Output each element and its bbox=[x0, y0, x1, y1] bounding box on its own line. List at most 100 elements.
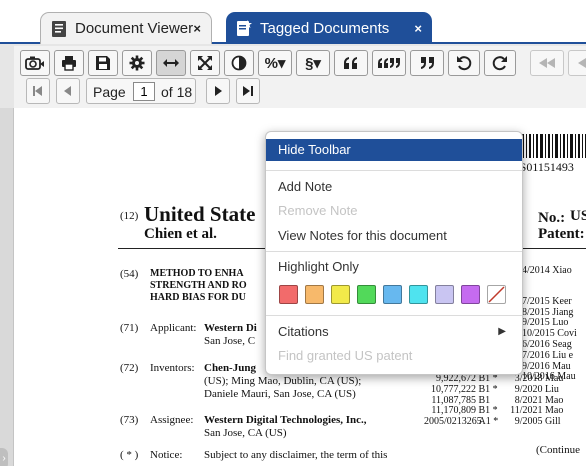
chevron-left-icon bbox=[64, 86, 71, 96]
gear-icon bbox=[129, 55, 145, 71]
tag-document-icon bbox=[234, 18, 254, 38]
quote-both-button[interactable] bbox=[372, 50, 406, 76]
menu-divider bbox=[266, 315, 522, 316]
notice-label: Notice: bbox=[150, 449, 183, 461]
first-inventor: Chien et al. bbox=[144, 226, 217, 242]
highlight-swatch-none[interactable] bbox=[487, 285, 506, 304]
country-heading: United State bbox=[144, 202, 256, 226]
quote-close-icon bbox=[421, 57, 434, 69]
side-panel-strip: › bbox=[0, 108, 14, 466]
skip-back-icon bbox=[539, 58, 555, 68]
menu-divider bbox=[266, 251, 522, 252]
assignee-name: Western Digital Technologies, Inc., bbox=[204, 414, 367, 426]
previous-page-button[interactable] bbox=[56, 78, 80, 104]
field-number: ( * ) bbox=[120, 449, 139, 461]
redo-icon bbox=[492, 56, 507, 71]
quote-open-icon bbox=[344, 57, 357, 69]
quote-both-icon bbox=[378, 58, 400, 68]
assignee-label: Assignee: bbox=[150, 414, 194, 426]
page-number-input[interactable] bbox=[133, 82, 155, 101]
view-notes-item[interactable]: View Notes for this document bbox=[266, 225, 522, 247]
citations-label: Citations bbox=[278, 324, 329, 339]
page-count: of 18 bbox=[161, 84, 193, 100]
skip-back-button[interactable] bbox=[530, 50, 564, 76]
rewind-icon bbox=[578, 58, 586, 68]
highlight-swatch-lavender[interactable] bbox=[435, 285, 454, 304]
fit-width-icon bbox=[163, 59, 179, 67]
applicant-name: Western Di bbox=[204, 322, 257, 334]
fit-page-button[interactable] bbox=[190, 50, 220, 76]
first-page-icon bbox=[33, 86, 42, 96]
patent-title: METHOD TO ENHA STRENGTH AND RO HARD BIAS… bbox=[150, 268, 247, 303]
highlight-swatch-yellow[interactable] bbox=[331, 285, 350, 304]
highlight-swatch-green[interactable] bbox=[357, 285, 376, 304]
fit-page-icon bbox=[198, 56, 212, 70]
last-page-button[interactable] bbox=[236, 78, 260, 104]
back-button[interactable] bbox=[568, 50, 586, 76]
field-number: (54) bbox=[120, 268, 139, 280]
patent-no-value: US bbox=[570, 208, 586, 224]
next-page-button[interactable] bbox=[206, 78, 230, 104]
camera-button[interactable] bbox=[20, 50, 50, 76]
chevron-right-icon bbox=[215, 86, 222, 96]
tab-label: Tagged Documents bbox=[260, 19, 390, 37]
document-icon bbox=[49, 19, 69, 39]
section-button[interactable]: §▾ bbox=[296, 50, 330, 76]
highlight-swatch-orange[interactable] bbox=[305, 285, 324, 304]
continued-note: (Continue bbox=[536, 444, 580, 456]
highlight-swatch-blue[interactable] bbox=[383, 285, 402, 304]
references-bottom: 9,922,672 B1 * 3/2018 Mau 10,777,222 B1 *… bbox=[424, 373, 563, 428]
reference-row: 2005/0213265 A1 * 9/2005 Gill bbox=[424, 416, 561, 428]
camera-icon bbox=[25, 56, 44, 70]
highlight-swatch-cyan[interactable] bbox=[409, 285, 428, 304]
assignee-city: San Jose, CA (US) bbox=[204, 427, 287, 439]
citations-item[interactable]: Citations ▶ bbox=[266, 321, 522, 343]
tab-document-viewer[interactable]: Document Viewer × bbox=[40, 12, 212, 44]
context-menu: Hide Toolbar Add Note Remove Note View N… bbox=[265, 131, 523, 375]
field-number: (12) bbox=[120, 210, 139, 222]
contrast-button[interactable] bbox=[224, 50, 254, 76]
menu-divider bbox=[266, 170, 522, 171]
find-granted-patent-item[interactable]: Find granted US patent bbox=[266, 345, 522, 367]
inventors-label: Inventors: bbox=[150, 362, 195, 374]
zoom-percent-button[interactable]: %▾ bbox=[258, 50, 292, 76]
chevron-right-icon: ▶ bbox=[498, 326, 506, 337]
fit-width-button[interactable] bbox=[156, 50, 186, 76]
field-number: (72) bbox=[120, 362, 139, 374]
highlight-swatch-purple[interactable] bbox=[461, 285, 480, 304]
print-button[interactable] bbox=[54, 50, 84, 76]
undo-button[interactable] bbox=[448, 50, 480, 76]
expand-panel-handle[interactable]: › bbox=[0, 448, 8, 466]
page-label: Page bbox=[93, 84, 126, 100]
close-icon[interactable]: × bbox=[193, 21, 201, 36]
first-page-button[interactable] bbox=[26, 78, 50, 104]
reference-row: 10,777,222 B1 * 9/2020 Liu bbox=[431, 383, 559, 395]
remove-note-item[interactable]: Remove Note bbox=[266, 200, 522, 222]
field-number: (73) bbox=[120, 414, 139, 426]
highlight-only-item[interactable]: Highlight Only bbox=[266, 256, 522, 278]
contrast-icon bbox=[231, 55, 247, 71]
references-top: 4/2014 Xiao 7/2015 Keer 8/2015 Jiang 9/2… bbox=[522, 265, 577, 383]
field-number: (71) bbox=[120, 322, 139, 334]
quote-open-button[interactable] bbox=[334, 50, 368, 76]
reference-row: 4/2014 Xiao bbox=[522, 265, 572, 276]
save-button[interactable] bbox=[88, 50, 118, 76]
redo-button[interactable] bbox=[484, 50, 516, 76]
settings-button[interactable] bbox=[122, 50, 152, 76]
date-of-patent-label: Patent: bbox=[538, 226, 585, 242]
patent-no-label: No.: bbox=[538, 210, 566, 226]
tab-label: Document Viewer bbox=[75, 20, 194, 37]
undo-icon bbox=[457, 56, 472, 71]
highlight-swatch-red[interactable] bbox=[279, 285, 298, 304]
close-icon[interactable]: × bbox=[414, 21, 422, 36]
hide-toolbar-item[interactable]: Hide Toolbar bbox=[266, 139, 522, 161]
no-color-icon bbox=[488, 286, 505, 303]
applicant-label: Applicant: bbox=[150, 322, 197, 334]
page-indicator: Page of 18 bbox=[86, 78, 196, 104]
last-page-icon bbox=[243, 86, 253, 96]
tab-bar: Document Viewer × Tagged Documents × bbox=[0, 0, 586, 44]
tab-tagged-documents[interactable]: Tagged Documents × bbox=[226, 12, 432, 44]
notice-text: Subject to any disclaimer, the term of t… bbox=[204, 449, 388, 461]
quote-close-button[interactable] bbox=[410, 50, 444, 76]
add-note-item[interactable]: Add Note bbox=[266, 176, 522, 198]
